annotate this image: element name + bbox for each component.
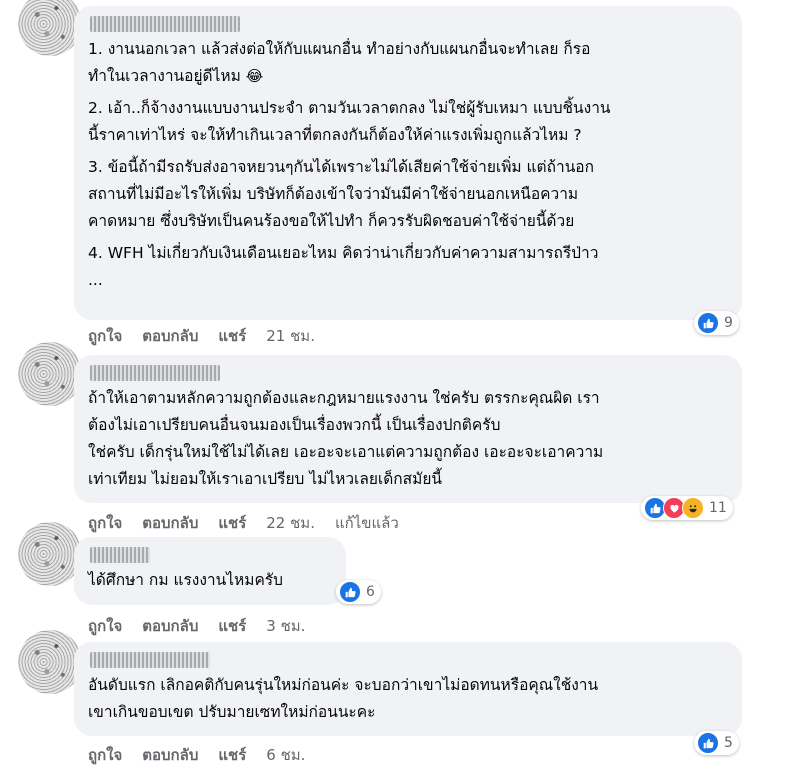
author-name-blurred[interactable] bbox=[90, 16, 240, 32]
like-reaction-icon bbox=[697, 312, 719, 334]
reply-button[interactable]: ตอบกลับ bbox=[142, 324, 198, 348]
comment-paragraph: 2. เอ้า..ก็จ้างงานแบบงานประจำ ตามวันเวลา… bbox=[88, 99, 611, 144]
reaction-count: 9 bbox=[724, 315, 733, 331]
avatar[interactable] bbox=[18, 522, 82, 586]
reply-button[interactable]: ตอบกลับ bbox=[142, 511, 198, 535]
author-name-blurred[interactable] bbox=[90, 365, 220, 381]
haha-reaction-icon bbox=[682, 497, 704, 519]
comment-paragraph: อันดับแรก เลิกอคติกับคนรุ่นใหม่ก่อนค่ะ จ… bbox=[88, 676, 599, 721]
like-button[interactable]: ถูกใจ bbox=[88, 743, 122, 767]
comment-bubble: 1. งานนอกเวลา แล้วส่งต่อให้กับแผนกอื่น ท… bbox=[74, 6, 742, 320]
reaction-summary[interactable]: 11 bbox=[641, 496, 733, 520]
comment-bubble: ได้ศึกษา กม แรงงานไหมครับ bbox=[74, 537, 346, 605]
avatar[interactable] bbox=[18, 342, 82, 406]
like-button[interactable]: ถูกใจ bbox=[88, 324, 122, 348]
timestamp[interactable]: 21 ชม. bbox=[266, 324, 315, 348]
comment-paragraph: 1. งานนอกเวลา แล้วส่งต่อให้กับแผนกอื่น ท… bbox=[88, 36, 728, 90]
share-button[interactable]: แชร์ bbox=[218, 511, 246, 535]
reaction-count: 11 bbox=[709, 500, 727, 516]
like-reaction-icon bbox=[339, 581, 361, 603]
laughing-emoji: 😂 bbox=[245, 67, 264, 85]
comment-actions: ถูกใจ ตอบกลับ แชร์ 3 ชม. bbox=[88, 614, 305, 638]
reply-button[interactable]: ตอบกลับ bbox=[142, 743, 198, 767]
share-button[interactable]: แชร์ bbox=[218, 324, 246, 348]
like-button[interactable]: ถูกใจ bbox=[88, 511, 122, 535]
edited-label[interactable]: แก้ไขแล้ว bbox=[335, 511, 399, 535]
comment-paragraph: 3. ข้อนี้ถ้ามีรถรับส่งอาจหยวนๆกันได้เพรา… bbox=[88, 158, 594, 230]
comment-actions: ถูกใจ ตอบกลับ แชร์ 22 ชม. แก้ไขแล้ว bbox=[88, 511, 399, 535]
timestamp[interactable]: 3 ชม. bbox=[266, 614, 305, 638]
comment-paragraph: 4. WFH ไม่เกี่ยวกับเงินเดือนเยอะไหม คิดว… bbox=[88, 244, 599, 289]
avatar[interactable] bbox=[18, 630, 82, 694]
reaction-count: 6 bbox=[366, 584, 375, 600]
share-button[interactable]: แชร์ bbox=[218, 743, 246, 767]
reaction-summary[interactable]: 6 bbox=[336, 580, 381, 604]
comment-paragraph: ถ้าให้เอาตามหลักความถูกต้องและกฎหมายแรงง… bbox=[88, 389, 604, 488]
like-reaction-icon bbox=[697, 732, 719, 754]
comment-paragraph: ได้ศึกษา กม แรงงานไหมครับ bbox=[88, 571, 283, 589]
reaction-summary[interactable]: 5 bbox=[694, 731, 739, 755]
author-name-blurred[interactable] bbox=[90, 547, 150, 563]
timestamp[interactable]: 6 ชม. bbox=[266, 743, 305, 767]
comment-bubble: ถ้าให้เอาตามหลักความถูกต้องและกฎหมายแรงง… bbox=[74, 355, 742, 503]
reaction-count: 5 bbox=[724, 735, 733, 751]
reply-button[interactable]: ตอบกลับ bbox=[142, 614, 198, 638]
comment-bubble: อันดับแรก เลิกอคติกับคนรุ่นใหม่ก่อนค่ะ จ… bbox=[74, 642, 742, 736]
share-button[interactable]: แชร์ bbox=[218, 614, 246, 638]
timestamp[interactable]: 22 ชม. bbox=[266, 511, 315, 535]
author-name-blurred[interactable] bbox=[90, 652, 210, 668]
comment-actions: ถูกใจ ตอบกลับ แชร์ 6 ชม. bbox=[88, 743, 305, 767]
avatar[interactable] bbox=[18, 0, 82, 56]
reaction-summary[interactable]: 9 bbox=[694, 311, 739, 335]
like-button[interactable]: ถูกใจ bbox=[88, 614, 122, 638]
comment-actions: ถูกใจ ตอบกลับ แชร์ 21 ชม. bbox=[88, 324, 315, 348]
